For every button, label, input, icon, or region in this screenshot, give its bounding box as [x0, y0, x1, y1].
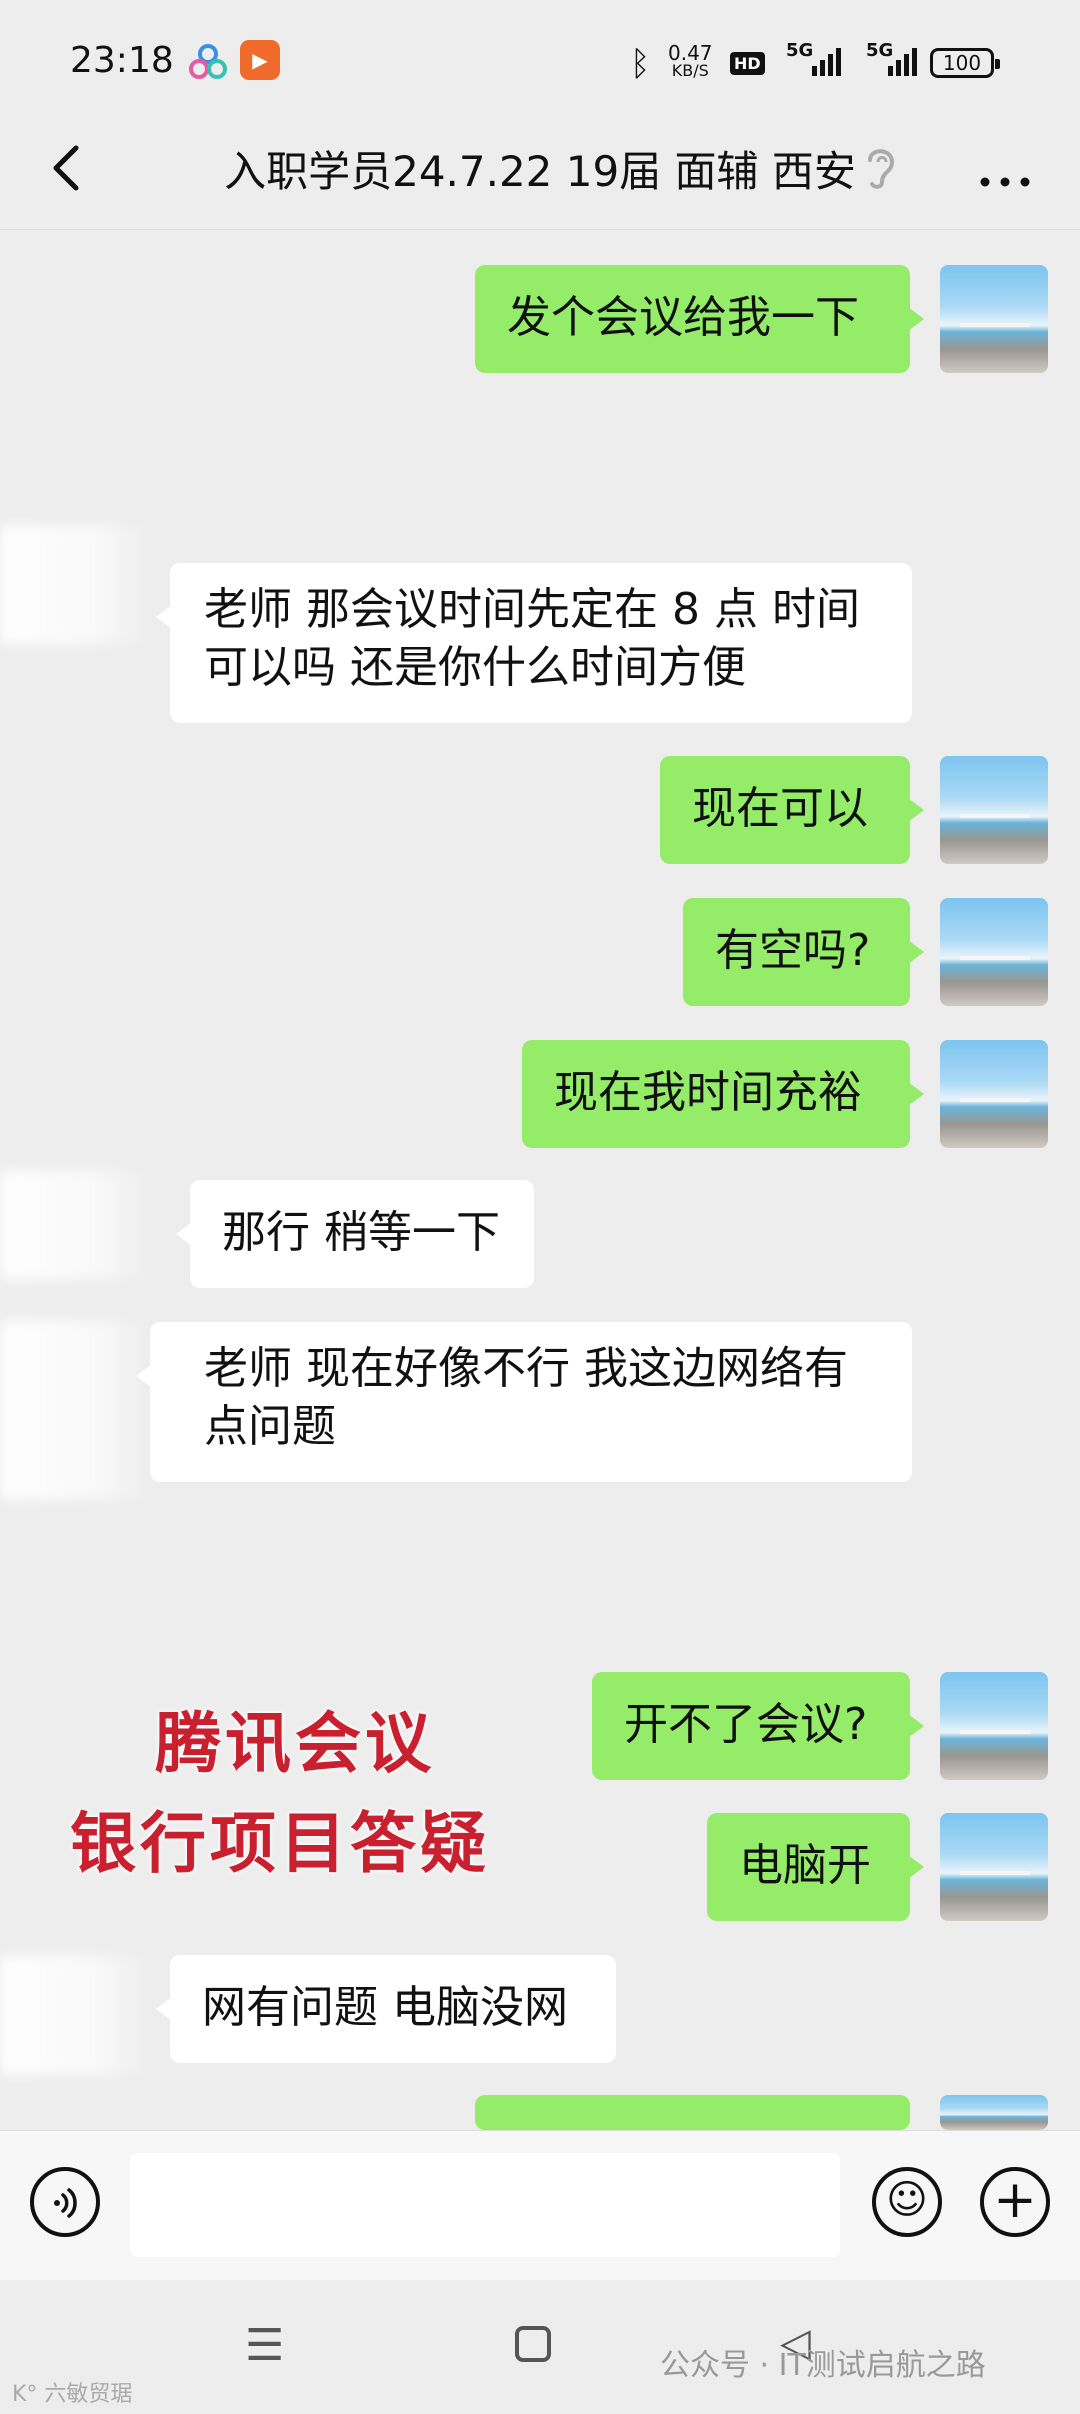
message-bubble-incoming[interactable]: 网有问题 电脑没网	[156, 1955, 616, 2063]
self-avatar[interactable]	[940, 265, 1048, 373]
self-avatar[interactable]	[940, 898, 1048, 1006]
message-bubble-outgoing-partial[interactable]	[475, 2095, 924, 2161]
ear-icon	[868, 149, 895, 189]
self-avatar[interactable]	[940, 1813, 1048, 1921]
app-notification-icon	[189, 44, 227, 79]
network-speed: 0.47 KB/S	[668, 41, 713, 80]
message-bubble-outgoing[interactable]: 有空吗?	[683, 898, 924, 1006]
signal-bars-1-icon	[812, 48, 841, 76]
message-bubble-incoming[interactable]: 老师 现在好像不行 我这边网络有点问题	[136, 1322, 912, 1482]
emoji-icon: ☺	[886, 2177, 928, 2223]
contact-avatar[interactable]	[0, 1170, 150, 1280]
signal-label-1: 5G	[786, 40, 814, 61]
self-avatar[interactable]	[940, 1040, 1048, 1148]
battery-icon: 100	[930, 48, 1000, 78]
overlay-title-line1: 腾讯会议	[155, 1704, 435, 1782]
status-bar: 23:18 ▶ ᛒ 0.47 KB/S HD 5G 5G 100	[0, 0, 1080, 120]
bluetooth-icon: ᛒ	[630, 44, 651, 84]
contact-avatar[interactable]	[0, 525, 150, 645]
self-avatar[interactable]	[940, 1672, 1048, 1780]
contact-avatar[interactable]	[0, 1320, 150, 1500]
overlay-title-line2: 银行项目答疑	[70, 1804, 490, 1882]
watermark-public-account: 公众号 · IT测试启航之路	[660, 2348, 986, 2383]
more-button[interactable]	[975, 138, 1035, 209]
message-bubble-outgoing[interactable]: 现在可以	[660, 756, 924, 864]
status-time: 23:18	[70, 40, 174, 81]
message-bubble-outgoing[interactable]: 电脑开	[707, 1813, 924, 1921]
emoji-button[interactable]: ☺	[872, 2167, 942, 2237]
recent-apps-icon[interactable]: ☰	[245, 2320, 284, 2371]
message-bubble-outgoing[interactable]: 开不了会议?	[592, 1672, 924, 1780]
network-speed-value: 0.47	[668, 41, 713, 65]
voice-button[interactable]	[30, 2167, 100, 2237]
plus-icon: +	[993, 2170, 1037, 2230]
signal-bars-2-icon	[888, 48, 917, 76]
video-app-icon: ▶	[240, 40, 280, 80]
chat-header: 入职学员24.7.22 19届 面辅 西安	[0, 120, 1080, 230]
more-icon	[980, 177, 1030, 187]
message-bubble-outgoing[interactable]: 现在我时间充裕	[522, 1040, 924, 1148]
message-bubble-incoming[interactable]: 那行 稍等一下	[176, 1180, 534, 1288]
self-avatar[interactable]	[940, 2095, 1048, 2130]
watermark-left: K° 六敏贸琚	[12, 2382, 133, 2407]
message-input[interactable]	[130, 2153, 840, 2257]
more-actions-button[interactable]: +	[980, 2167, 1050, 2237]
self-avatar[interactable]	[940, 756, 1048, 864]
message-bubble-incoming[interactable]: 老师 那会议时间先定在 8 点 时间可以吗 还是你什么时间方便	[156, 563, 912, 723]
network-speed-unit: KB/S	[671, 61, 709, 80]
contact-avatar[interactable]	[0, 1955, 150, 2075]
chat-title: 入职学员24.7.22 19届 面辅 西安	[224, 147, 856, 196]
home-icon[interactable]	[515, 2326, 551, 2362]
input-bar: ☺ +	[0, 2130, 1080, 2280]
message-bubble-outgoing[interactable]: 发个会议给我一下	[475, 265, 924, 373]
hd-badge: HD	[730, 52, 765, 75]
voice-icon	[54, 2188, 77, 2218]
